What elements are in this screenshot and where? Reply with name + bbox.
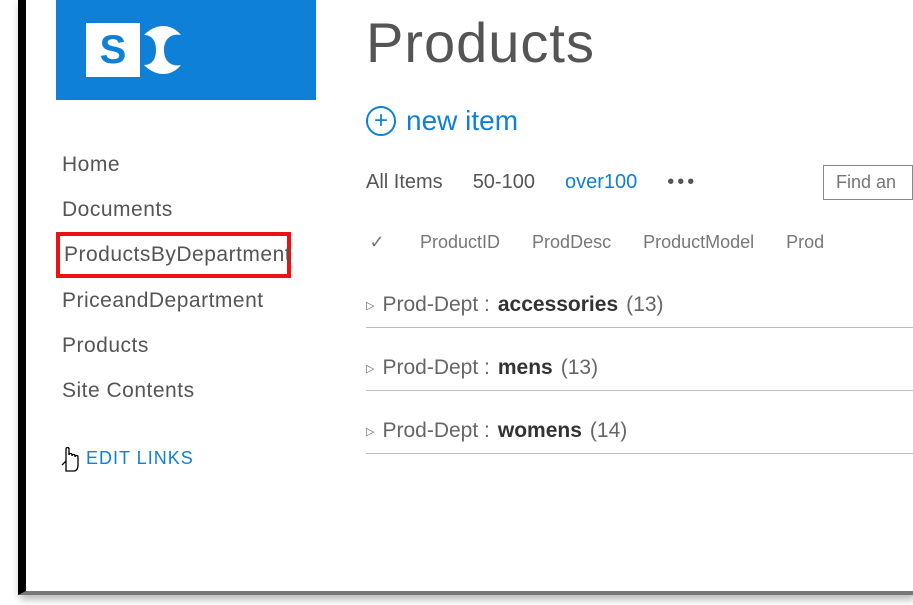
view-over100[interactable]: over100	[565, 171, 637, 194]
col-productid[interactable]: ProductID	[420, 232, 500, 253]
group-row-accessories[interactable]: ▷ Prod-Dept : accessories (13)	[366, 293, 913, 328]
sharepoint-logo: S	[56, 0, 316, 100]
col-productmodel[interactable]: ProductModel	[643, 232, 754, 253]
cursor-hand-icon	[56, 443, 84, 473]
new-item-label: new item	[406, 105, 518, 137]
sidebar-item-documents[interactable]: Documents	[56, 187, 346, 232]
expand-icon: ▷	[366, 425, 374, 438]
edit-links-label: EDIT LINKS	[86, 448, 194, 469]
view-all-items[interactable]: All Items	[366, 171, 443, 194]
group-count: (13)	[561, 356, 598, 380]
expand-icon: ▷	[366, 362, 374, 375]
plus-icon: +	[366, 106, 396, 136]
sidebar-item-priceanddepartment[interactable]: PriceandDepartment	[56, 278, 346, 323]
new-item-button[interactable]: + new item	[366, 105, 913, 137]
col-prod[interactable]: Prod	[786, 232, 824, 253]
sidebar-item-products[interactable]: Products	[56, 323, 346, 368]
group-row-womens[interactable]: ▷ Prod-Dept : womens (14)	[366, 419, 913, 454]
col-proddesc[interactable]: ProdDesc	[532, 232, 611, 253]
sidebar-item-sitecontents[interactable]: Site Contents	[56, 368, 346, 413]
sidebar-item-home[interactable]: Home	[56, 142, 346, 187]
more-views-button[interactable]: •••	[667, 171, 697, 194]
group-label: Prod-Dept :	[382, 293, 489, 317]
group-count: (14)	[590, 419, 627, 443]
group-value: accessories	[498, 293, 618, 317]
checkmark-icon[interactable]: ✓	[366, 232, 388, 253]
page-title: Products	[366, 10, 913, 75]
group-value: mens	[498, 356, 553, 380]
group-label: Prod-Dept :	[382, 356, 489, 380]
column-headers: ✓ ProductID ProdDesc ProductModel Prod	[366, 232, 913, 253]
expand-icon: ▷	[366, 299, 374, 312]
group-count: (13)	[626, 293, 663, 317]
group-value: womens	[498, 419, 582, 443]
group-row-mens[interactable]: ▷ Prod-Dept : mens (13)	[366, 356, 913, 391]
sidebar-item-productsbydepartment[interactable]: ProductsByDepartment	[56, 232, 291, 277]
search-input[interactable]	[823, 165, 913, 200]
view-50-100[interactable]: 50-100	[473, 171, 535, 194]
svg-text:S: S	[100, 28, 127, 72]
group-label: Prod-Dept :	[382, 419, 489, 443]
edit-links-button[interactable]: EDIT LINKS	[56, 443, 346, 473]
